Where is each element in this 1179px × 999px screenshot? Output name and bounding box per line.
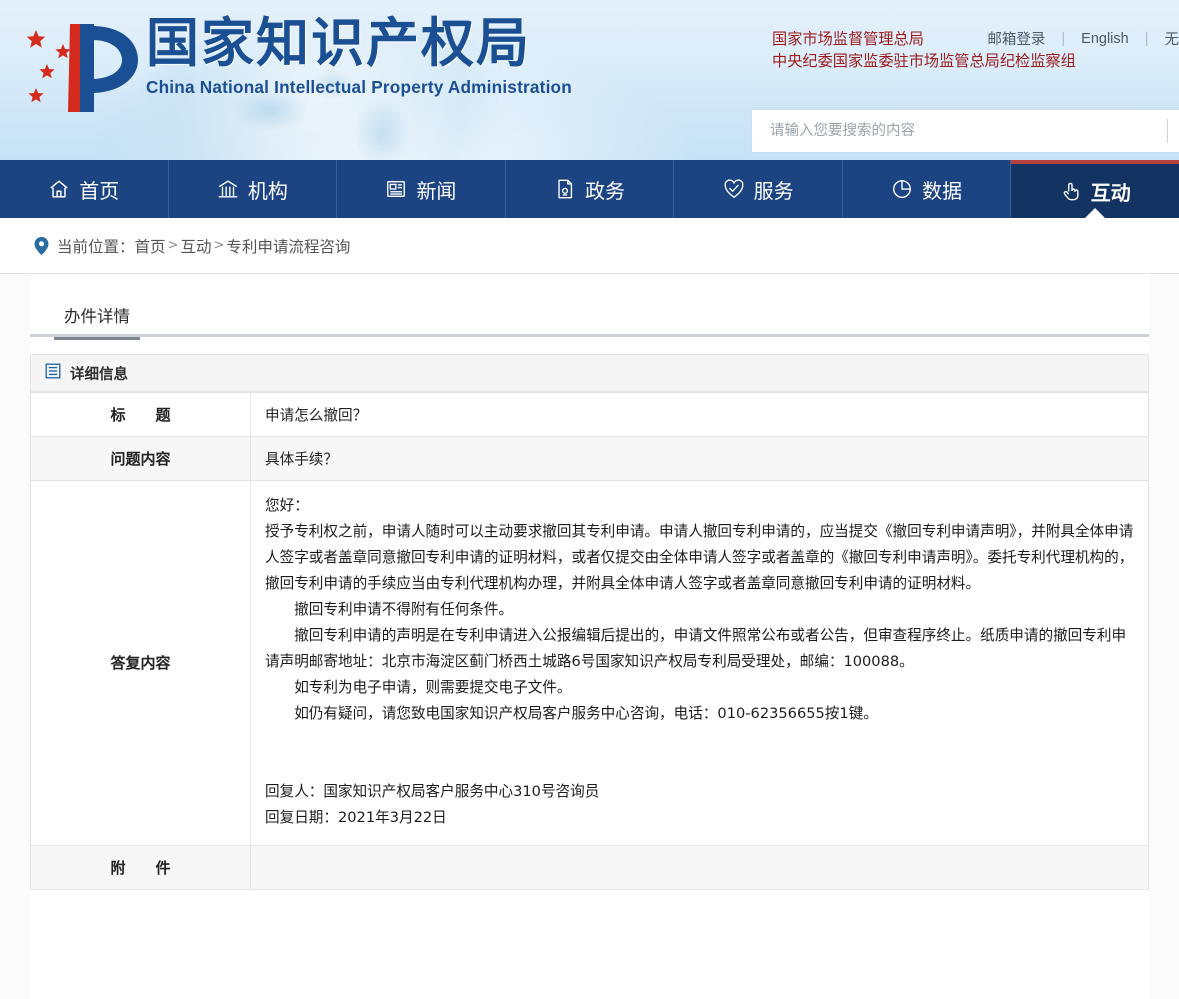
affiliated-org-names: 国家市场监督管理总局 中央纪委国家监委驻市场监管总局纪检监察组	[772, 28, 1076, 72]
site-title-cn: 国家知识产权局	[146, 13, 531, 74]
row-value-title: 申请怎么撤回？	[250, 392, 1149, 437]
main-navigation: 首页 机构 新闻 政务 服务 数据 互动	[0, 160, 1179, 218]
table-row: 附 件	[30, 844, 1149, 890]
location-pin-icon	[34, 236, 49, 255]
home-icon	[48, 178, 70, 200]
link-separator: |	[1144, 30, 1149, 47]
row-value-answer: 您好： 授予专利权之前，申请人随时可以主动要求撤回其专利申请。申请人撤回专利申请…	[250, 480, 1149, 846]
nav-label: 政务	[585, 178, 626, 203]
nav-label: 机构	[247, 178, 288, 203]
affiliated-org-line-2: 中央纪委国家监委驻市场监管总局纪检监察组	[772, 52, 1076, 71]
nav-item-services[interactable]: 服务	[674, 160, 843, 218]
nav-label: 新闻	[416, 178, 457, 203]
accessibility-link[interactable]: 无	[1165, 28, 1179, 49]
tab-case-detail[interactable]: 办件详情	[54, 303, 140, 340]
breadcrumb-item-home[interactable]: 首页	[135, 235, 166, 257]
document-seal-icon	[554, 178, 576, 200]
english-link[interactable]: English	[1081, 31, 1129, 47]
breadcrumb: 当前位置： 首页 > 互动 > 专利申请流程咨询	[0, 218, 1179, 274]
content-container: 办件详情 详细信息 标 题 申请怎么撤回？ 问题内容 具体手续？ 答复内容 您好…	[30, 274, 1149, 999]
row-value-question: 具体手续？	[250, 436, 1149, 481]
answer-paragraph-2: 撤回专利申请不得附有任何条件。	[294, 600, 514, 618]
service-check-icon	[723, 178, 745, 200]
site-search	[752, 110, 1179, 152]
list-panel-icon	[45, 363, 61, 383]
search-button[interactable]	[1168, 110, 1179, 152]
table-row: 问题内容 具体手续？	[30, 436, 1149, 481]
breadcrumb-separator: >	[213, 238, 225, 253]
answer-paragraph-3: 撤回专利申请的声明是在专利申请进入公报编辑后提出的，申请文件照常公布或者公告，但…	[265, 626, 1127, 670]
nav-item-interaction[interactable]: 互动	[1011, 160, 1179, 218]
site-logo[interactable]: 国家知识产权局 China National Intellectual Prop…	[14, 13, 572, 120]
newspaper-icon	[385, 178, 407, 200]
breadcrumb-item-current[interactable]: 专利申请流程咨询	[226, 235, 350, 257]
cnipa-emblem-icon	[14, 16, 142, 120]
row-label-answer: 答复内容	[30, 480, 251, 846]
site-title-en: China National Intellectual Property Adm…	[146, 77, 572, 98]
answer-spacer	[265, 727, 1134, 779]
nav-item-government-affairs[interactable]: 政务	[506, 160, 675, 218]
page-body: 办件详情 详细信息 标 题 申请怎么撤回？ 问题内容 具体手续？ 答复内容 您好…	[0, 274, 1179, 999]
nav-item-organization[interactable]: 机构	[169, 160, 338, 218]
row-value-attachment	[250, 844, 1149, 890]
affiliated-org-line-1: 国家市场监督管理总局	[772, 30, 924, 48]
nav-item-home[interactable]: 首页	[0, 160, 169, 218]
nav-label: 数据	[922, 178, 963, 203]
bank-icon	[217, 178, 239, 200]
breadcrumb-prefix: 当前位置：	[57, 237, 135, 256]
detail-panel-title: 详细信息	[70, 366, 128, 383]
table-row: 答复内容 您好： 授予专利权之前，申请人随时可以主动要求撤回其专利申请。申请人撤…	[30, 480, 1149, 846]
breadcrumb-item-interaction[interactable]: 互动	[180, 235, 211, 257]
row-label-title: 标 题	[30, 392, 251, 437]
detail-table: 标 题 申请怎么撤回？ 问题内容 具体手续？ 答复内容 您好： 授予专利权之前，…	[30, 392, 1149, 890]
answer-paragraph-4: 如专利为电子申请，则需要提交电子文件。	[294, 678, 572, 696]
detail-panel-header: 详细信息	[30, 354, 1149, 392]
row-label-question: 问题内容	[30, 436, 251, 481]
pie-chart-icon	[891, 178, 913, 200]
detail-panel: 详细信息 标 题 申请怎么撤回？ 问题内容 具体手续？ 答复内容 您好： 授予专…	[30, 337, 1149, 890]
nav-item-data[interactable]: 数据	[843, 160, 1012, 218]
nav-label: 首页	[79, 178, 120, 203]
nav-item-news[interactable]: 新闻	[337, 160, 506, 218]
breadcrumb-separator: >	[167, 238, 179, 253]
answer-paragraph-1: 授予专利权之前，申请人随时可以主动要求撤回其专利申请。申请人撤回专利申请的，应当…	[265, 522, 1134, 592]
hand-click-icon	[1060, 180, 1082, 202]
answer-paragraph-5: 如仍有疑问，请您致电国家知识产权局客户服务中心咨询，电话：010-6235665…	[294, 704, 878, 722]
nav-label: 互动	[1090, 180, 1131, 205]
tab-bar: 办件详情	[30, 274, 1149, 340]
answer-reply-date: 回复日期：2021年3月22日	[265, 808, 447, 826]
search-input[interactable]	[752, 111, 1167, 151]
answer-replier: 回复人：国家知识产权局客户服务中心310号咨询员	[265, 782, 600, 800]
site-header: 国家知识产权局 China National Intellectual Prop…	[0, 0, 1179, 160]
table-row: 标 题 申请怎么撤回？	[30, 392, 1149, 437]
answer-greeting: 您好：	[265, 497, 309, 514]
nav-label: 服务	[753, 178, 794, 203]
row-label-attachment: 附 件	[30, 844, 251, 890]
